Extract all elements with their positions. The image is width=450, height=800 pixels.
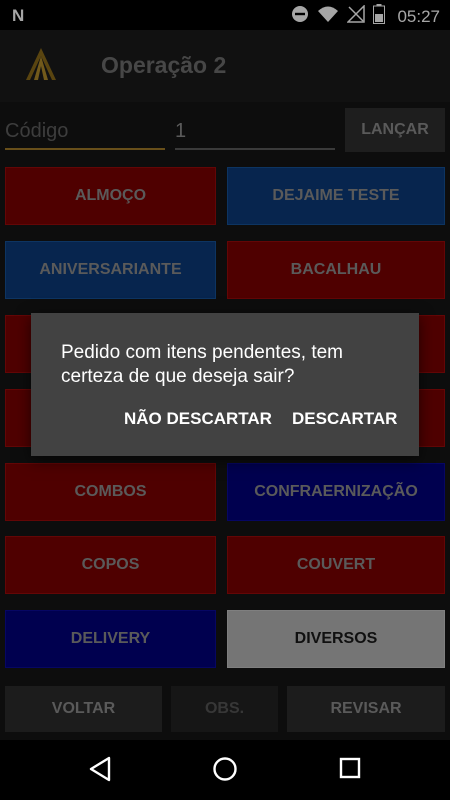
discard-button[interactable]: DESCARTAR xyxy=(292,409,397,429)
system-nav-bar xyxy=(0,740,450,800)
dialog-message: Pedido com itens pendentes, tem certeza … xyxy=(61,342,344,387)
home-circle-icon[interactable] xyxy=(212,756,238,787)
back-triangle-icon[interactable] xyxy=(88,756,112,787)
do-not-discard-button[interactable]: NÃO DESCARTAR xyxy=(124,409,272,429)
discard-dialog: Pedido com itens pendentes, tem certeza … xyxy=(31,313,419,456)
recents-square-icon[interactable] xyxy=(339,756,361,785)
